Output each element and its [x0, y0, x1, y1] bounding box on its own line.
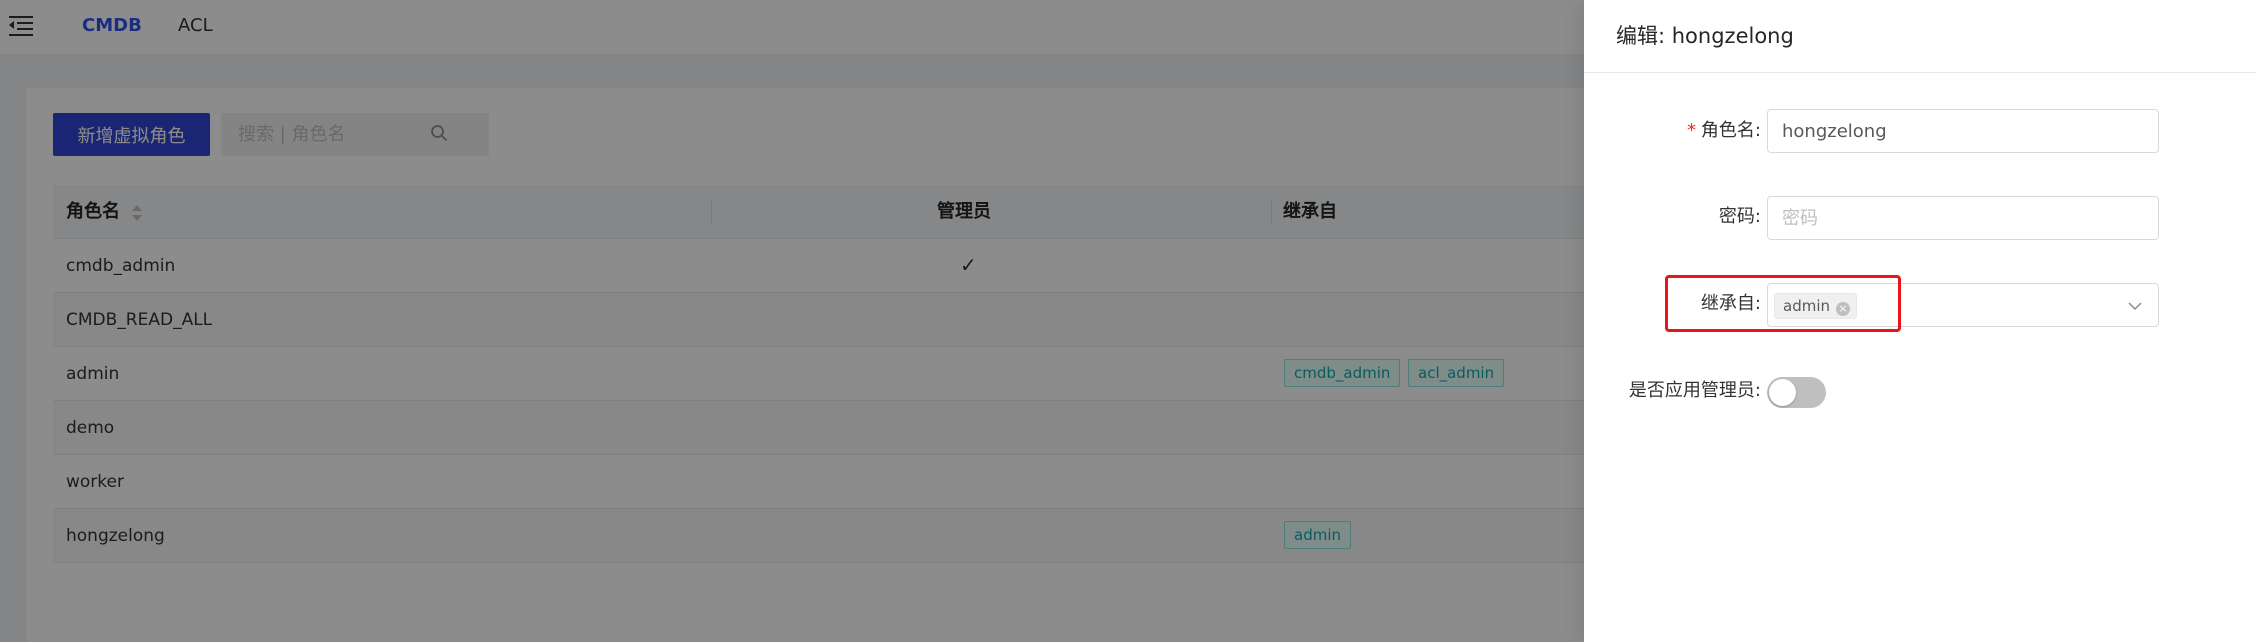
chevron-down-icon[interactable]: [2127, 298, 2143, 314]
toggle-knob: [1769, 379, 1796, 406]
drawer-header: 编辑: hongzelong: [1584, 0, 2256, 73]
password-label: 密码:: [1718, 206, 1761, 227]
drawer-overlay-mask[interactable]: [0, 0, 1584, 642]
app-admin-label: 是否应用管理员:: [1628, 380, 1761, 401]
app-admin-toggle[interactable]: [1767, 377, 1826, 408]
role-name-label-text: 角色名:: [1700, 120, 1761, 141]
required-mark: *: [1686, 120, 1697, 141]
highlight-box: [1665, 275, 1901, 332]
password-input[interactable]: [1767, 196, 2159, 240]
role-name-input[interactable]: [1767, 109, 2159, 153]
drawer-title: 编辑: hongzelong: [1616, 24, 1794, 48]
role-name-label: * 角色名:: [1676, 119, 1761, 143]
edit-role-drawer: 编辑: hongzelong *角色名: 密码: 继承自: admin× 是否应…: [1584, 0, 2256, 642]
